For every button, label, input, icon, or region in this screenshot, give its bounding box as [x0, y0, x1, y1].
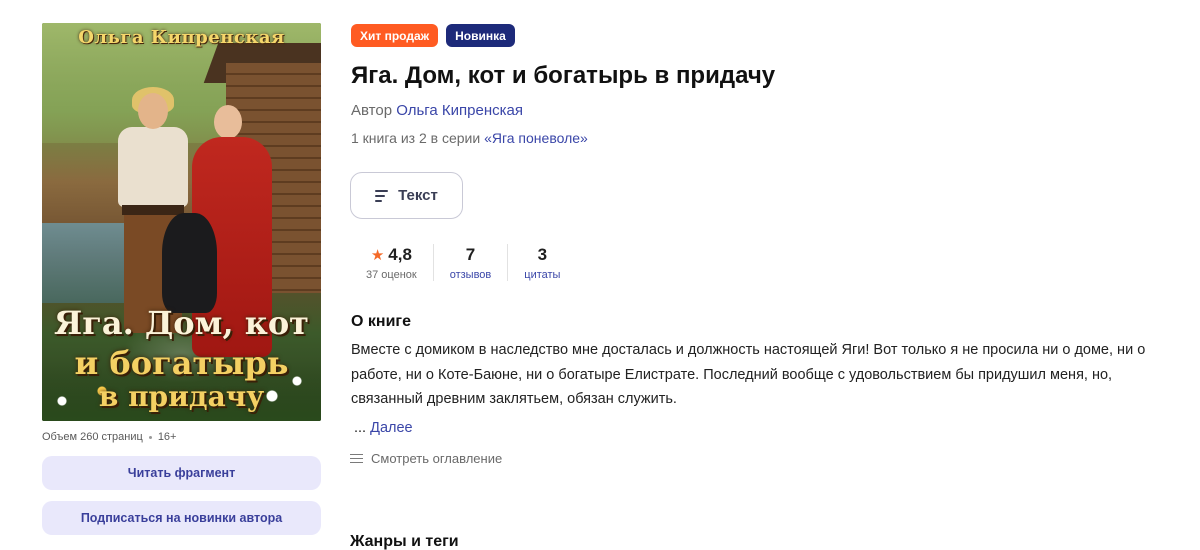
quotes-value: 3	[537, 245, 548, 264]
cover-title-line1: Яга. Дом, кот	[54, 304, 309, 342]
page-count: Объем 260 страниц	[42, 431, 143, 443]
quotes-stat[interactable]: 3 цитаты	[507, 244, 576, 281]
age-rating: 16+	[157, 431, 177, 443]
reviews-stat[interactable]: 7 отзывов	[432, 244, 508, 281]
author-link[interactable]: Ольга Кипренская	[396, 102, 523, 119]
new-badge: Новинка	[446, 24, 515, 47]
ellipsis: ...	[354, 420, 367, 436]
list-icon	[350, 453, 363, 464]
text-lines-icon	[375, 189, 389, 202]
format-label: Текст	[398, 187, 438, 204]
cover-author-art: Ольга Кипренская	[78, 27, 285, 48]
reviews-value: 7	[465, 245, 476, 264]
stats-row: ★ 4,8 37 оценок 7 отзывов 3 цитаты	[352, 244, 576, 281]
read-more-link[interactable]: Далее	[370, 420, 412, 436]
subscribe-author-button[interactable]: Подписаться на новинки автора	[42, 501, 321, 535]
quotes-link[interactable]: цитаты	[524, 269, 560, 281]
cover-title-line2: и богатырь	[74, 344, 289, 382]
author-line: Автор Ольга Кипренская	[351, 102, 523, 119]
rating-stat[interactable]: ★ 4,8 37 оценок	[352, 244, 433, 281]
star-icon: ★	[370, 247, 385, 264]
cover-cat-figure	[162, 213, 217, 313]
toc-label: Смотреть оглавление	[371, 451, 503, 466]
book-meta: Объем 260 страниц 16+	[42, 431, 176, 443]
about-heading: О книге	[351, 313, 411, 330]
rating-value: 4,8	[388, 245, 412, 264]
rating-count-label: 37 оценок	[366, 269, 417, 281]
about-text: Вместе с домиком в наследство мне достал…	[351, 342, 1146, 407]
cover-title-line3: в придачу	[98, 380, 265, 413]
series-line: 1 книга из 2 в серии «Яга поневоле»	[351, 130, 588, 146]
book-title: Яга. Дом, кот и богатырь в придачу	[351, 62, 776, 89]
reviews-link[interactable]: отзывов	[450, 269, 492, 281]
bestseller-badge: Хит продаж	[351, 24, 439, 47]
author-prefix: Автор	[351, 102, 393, 119]
read-fragment-button[interactable]: Читать фрагмент	[42, 456, 321, 490]
series-link[interactable]: «Яга поневоле»	[484, 130, 588, 146]
book-cover[interactable]: Ольга Кипренская Яга. Дом, кот и богатыр…	[42, 23, 321, 421]
badges: Хит продаж Новинка	[351, 24, 515, 47]
cover-title-art: Яга. Дом, кот и богатырь в придачу	[42, 307, 321, 411]
format-text-button[interactable]: Текст	[350, 172, 463, 219]
genres-heading: Жанры и теги	[350, 533, 459, 550]
series-prefix: 1 книга из 2 в серии	[351, 130, 481, 146]
toc-link[interactable]: Смотреть оглавление	[350, 451, 502, 466]
separator-dot	[148, 435, 152, 439]
read-more: ... Далее	[354, 420, 413, 436]
